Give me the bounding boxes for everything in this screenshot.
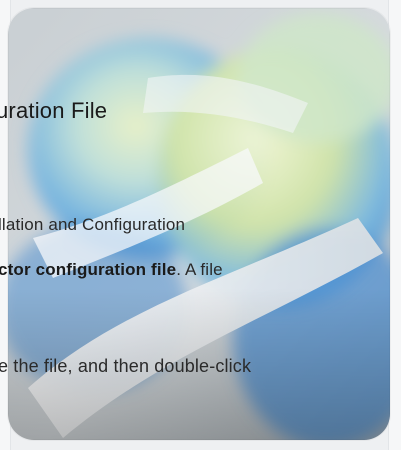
bold-text: ctor configuration file bbox=[0, 260, 177, 279]
page-title: uration File bbox=[0, 98, 108, 123]
document-text-overlay: uration File llation and Configuration c… bbox=[0, 0, 401, 450]
paragraph-line-2: ctor configuration file. A file bbox=[0, 260, 223, 280]
paragraph-line-3: e the file, and then double-click bbox=[0, 356, 252, 376]
line-2-rest: . A file bbox=[176, 260, 223, 279]
paragraph-line-1: llation and Configuration bbox=[0, 215, 186, 234]
screenshot-stage: uration File llation and Configuration c… bbox=[0, 0, 401, 450]
